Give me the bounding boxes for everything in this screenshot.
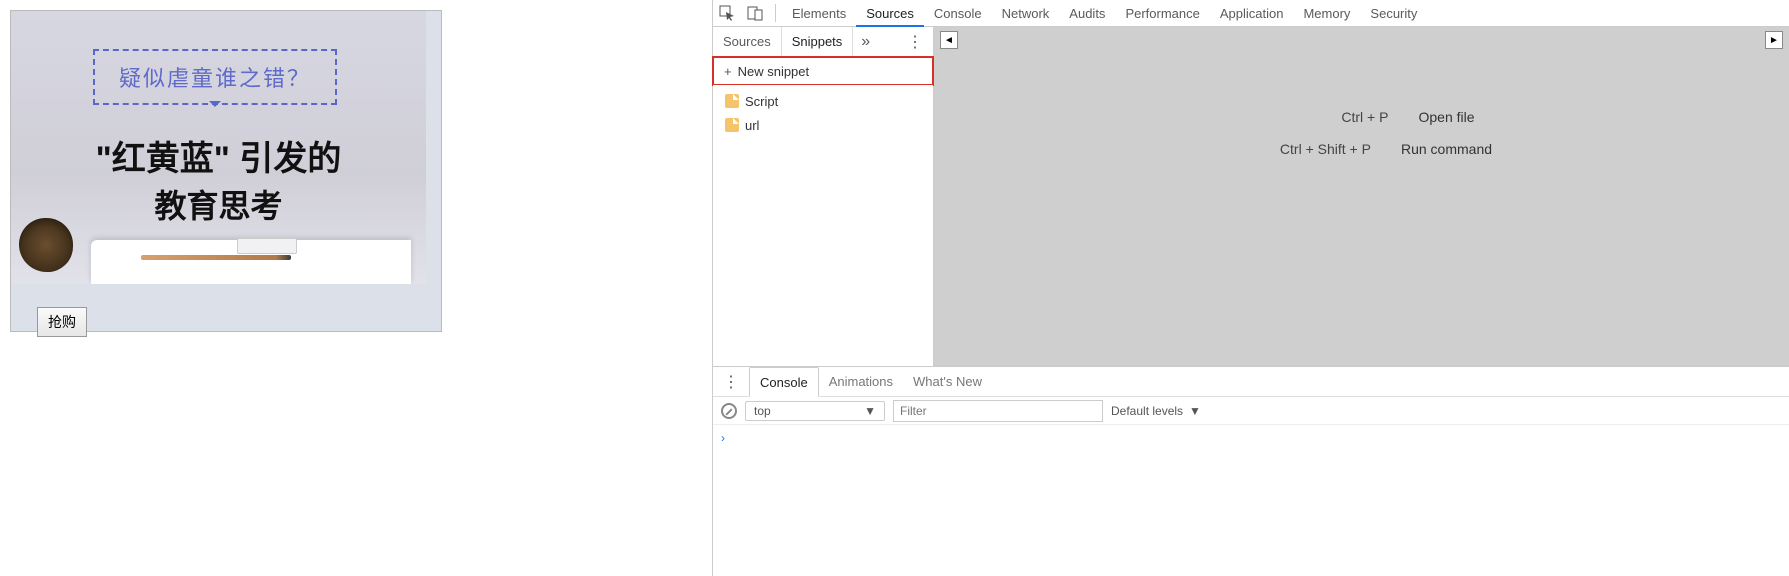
drawer-tab-console[interactable]: Console: [749, 367, 819, 397]
hero-banner: 疑似虐童谁之错？ "红黄蓝" 引发的 教育思考: [11, 11, 426, 284]
snippet-file-name: Script: [745, 94, 778, 109]
dropdown-icon: ▼: [1189, 404, 1201, 418]
sidebar-tabs-overflow-icon[interactable]: »: [853, 33, 878, 51]
tab-audits[interactable]: Audits: [1059, 0, 1115, 27]
console-toolbar: top ▼ Default levels ▼: [713, 397, 1789, 425]
device-toolbar-icon[interactable]: [741, 0, 769, 27]
drawer-tab-animations[interactable]: Animations: [819, 367, 903, 397]
tab-sources[interactable]: Sources: [856, 0, 924, 27]
sidebar-tab-snippets[interactable]: Snippets: [782, 27, 854, 57]
plus-icon: +: [724, 64, 732, 79]
drawer-panel: ⋮ Console Animations What's New top ▼ De…: [713, 366, 1789, 576]
tab-performance[interactable]: Performance: [1115, 0, 1209, 27]
snippet-file-list: Script url: [713, 85, 933, 366]
tab-memory[interactable]: Memory: [1293, 0, 1360, 27]
console-context-value: top: [754, 404, 771, 418]
shortcut-action: Open file: [1418, 109, 1474, 125]
sidebar-tab-sources[interactable]: Sources: [713, 27, 782, 57]
pencil-prop: [141, 255, 291, 260]
collapse-navigator-icon[interactable]: ◄: [940, 31, 958, 49]
snippet-file-item[interactable]: url: [713, 113, 933, 137]
callout-bubble: 疑似虐童谁之错？: [93, 49, 337, 105]
console-filter-input[interactable]: [893, 400, 1103, 422]
dropdown-icon: ▼: [864, 404, 876, 418]
devtools-body: Sources Snippets » ⋮ + New snippet Scrip…: [713, 27, 1789, 366]
console-levels-select[interactable]: Default levels ▼: [1111, 404, 1201, 418]
hero-title-line1: "红黄蓝" 引发的: [11, 131, 426, 180]
clear-console-icon[interactable]: [721, 403, 737, 419]
shortcut-action: Run command: [1401, 141, 1492, 157]
new-snippet-label: New snippet: [738, 64, 810, 79]
console-body[interactable]: [713, 425, 1789, 576]
tab-network[interactable]: Network: [992, 0, 1060, 27]
console-context-select[interactable]: top ▼: [745, 401, 885, 421]
snippet-file-icon: [725, 118, 739, 132]
tab-security[interactable]: Security: [1360, 0, 1427, 27]
shortcut-keys: Ctrl + P: [1248, 109, 1388, 125]
snippet-file-icon: [725, 94, 739, 108]
shortcut-row-run-command: Ctrl + Shift + P Run command: [1231, 141, 1492, 157]
devtools-panel: Elements Sources Console Network Audits …: [712, 0, 1789, 576]
snippet-file-name: url: [745, 118, 759, 133]
shortcut-row-open-file: Ctrl + P Open file: [1248, 109, 1474, 125]
sidebar-kebab-icon[interactable]: ⋮: [897, 32, 933, 52]
devtools-toolbar: Elements Sources Console Network Audits …: [713, 0, 1789, 27]
toolbar-separator: [775, 4, 776, 22]
drawer-tab-whats-new[interactable]: What's New: [903, 367, 992, 397]
sources-sidebar: Sources Snippets » ⋮ + New snippet Scrip…: [713, 27, 934, 366]
snippet-file-item[interactable]: Script: [713, 89, 933, 113]
console-levels-label: Default levels: [1111, 404, 1183, 418]
tab-elements[interactable]: Elements: [782, 0, 856, 27]
tab-application[interactable]: Application: [1210, 0, 1294, 27]
console-prompt[interactable]: [721, 431, 1781, 445]
sources-editor-area: ◄ ► Ctrl + P Open file Ctrl + Shift + P …: [934, 27, 1789, 366]
eraser-prop: [237, 238, 297, 254]
drawer-tabs: ⋮ Console Animations What's New: [713, 367, 1789, 397]
buy-button[interactable]: 抢购: [37, 307, 87, 337]
shortcut-keys: Ctrl + Shift + P: [1231, 141, 1371, 157]
drawer-kebab-icon[interactable]: ⋮: [713, 372, 749, 392]
webpage-card: 疑似虐童谁之错？ "红黄蓝" 引发的 教育思考 抢购: [10, 10, 442, 332]
tab-console[interactable]: Console: [924, 0, 992, 27]
new-snippet-button[interactable]: + New snippet: [712, 56, 934, 86]
pinecone-prop: [19, 218, 73, 272]
inspect-element-icon[interactable]: [713, 0, 741, 27]
collapse-debugger-icon[interactable]: ►: [1765, 31, 1783, 49]
sources-sidebar-tabs: Sources Snippets » ⋮: [713, 27, 933, 57]
hero-title-line2: 教育思考: [11, 181, 426, 227]
